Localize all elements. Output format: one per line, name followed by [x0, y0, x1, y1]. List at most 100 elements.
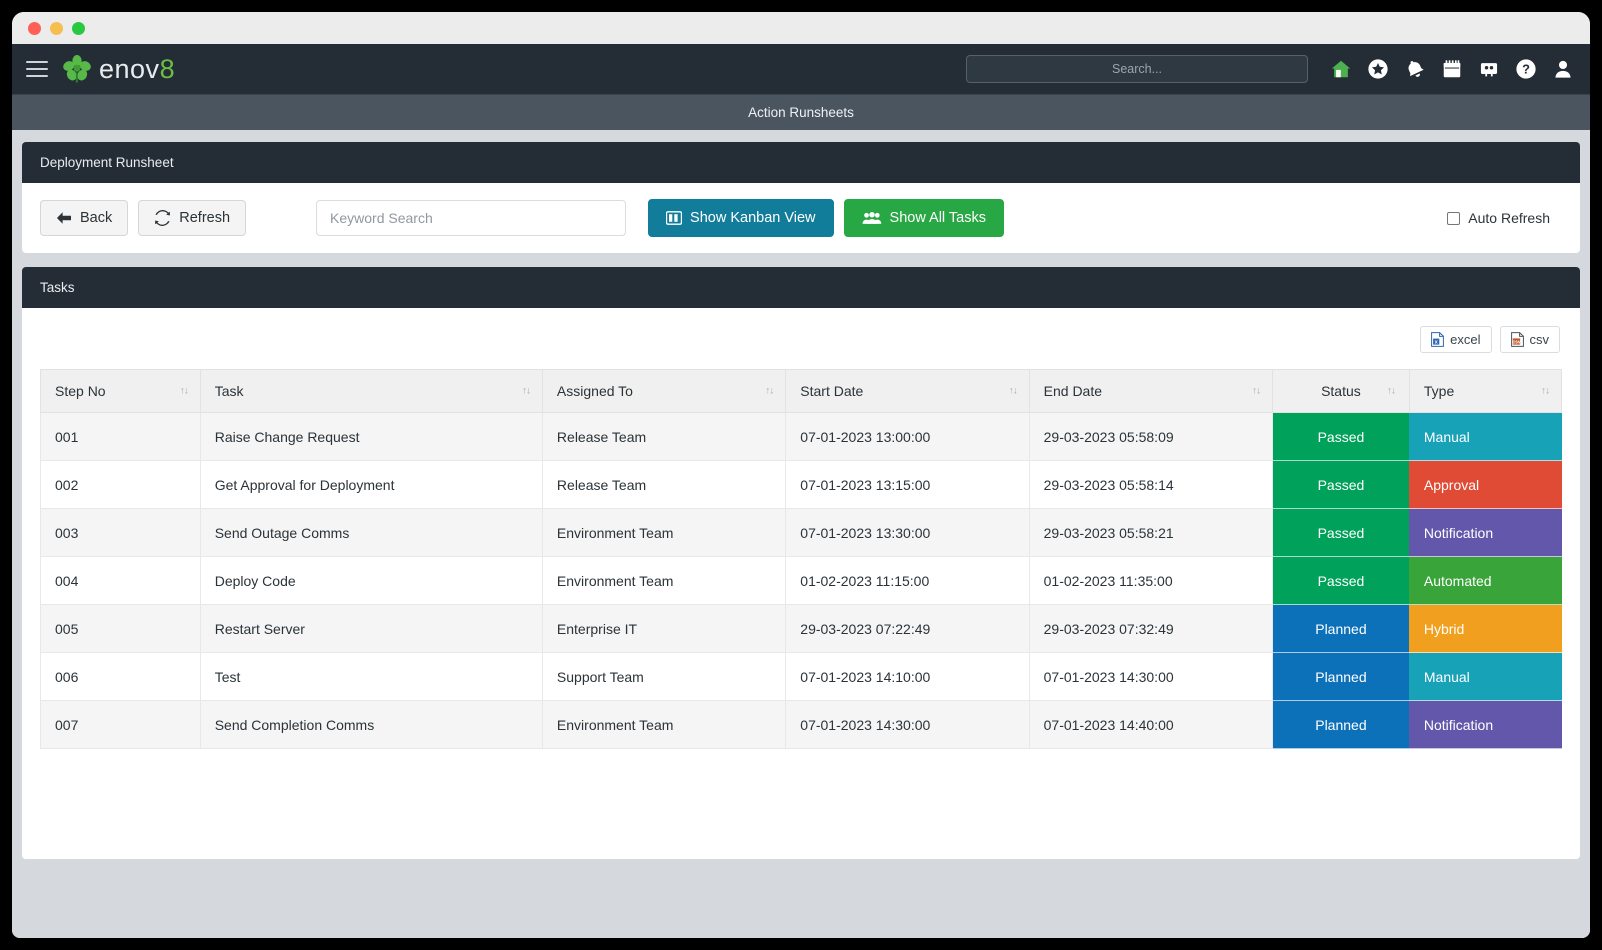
- tasks-table: Step No↑↓Task↑↓Assigned To↑↓Start Date↑↓…: [40, 369, 1562, 749]
- cell-end-date: 07-01-2023 14:40:00: [1029, 701, 1272, 749]
- table-row[interactable]: 001Raise Change RequestRelease Team07-01…: [41, 413, 1562, 461]
- column-header-start-date[interactable]: Start Date ↑↓: [786, 370, 1029, 413]
- refresh-button[interactable]: Refresh: [138, 200, 246, 236]
- status-badge: Planned: [1273, 701, 1410, 749]
- column-header-label: Start Date: [800, 383, 863, 399]
- cell-assigned-to: Enterprise IT: [542, 605, 785, 653]
- sort-toggle-icon[interactable]: ↑↓: [522, 386, 530, 397]
- table-row[interactable]: 007Send Completion CommsEnvironment Team…: [41, 701, 1562, 749]
- auto-refresh-checkbox[interactable]: [1447, 212, 1460, 225]
- sort-toggle-icon[interactable]: ↑↓: [180, 386, 188, 397]
- status-badge: Passed: [1273, 509, 1410, 557]
- cell-start-date: 07-01-2023 14:10:00: [786, 653, 1029, 701]
- back-button-label: Back: [80, 210, 112, 226]
- calendar-icon[interactable]: [1441, 58, 1463, 80]
- show-kanban-view-button[interactable]: Show Kanban View: [648, 199, 834, 237]
- cell-start-date: 07-01-2023 13:15:00: [786, 461, 1029, 509]
- export-csv-label: csv: [1530, 332, 1550, 347]
- home-icon[interactable]: [1330, 58, 1352, 80]
- tasks-panel-title: Tasks: [22, 267, 1580, 308]
- cell-start-date: 29-03-2023 07:22:49: [786, 605, 1029, 653]
- robot-icon[interactable]: [1478, 58, 1500, 80]
- cell-task: Test: [200, 653, 542, 701]
- sort-toggle-icon[interactable]: ↑↓: [765, 386, 773, 397]
- status-badge: Passed: [1273, 557, 1410, 605]
- sort-toggle-icon[interactable]: ↑↓: [1541, 386, 1549, 397]
- cell-assigned-to: Environment Team: [542, 557, 785, 605]
- screenshot-root: enov8 Search...: [0, 0, 1602, 950]
- bell-icon[interactable]: [1404, 58, 1426, 80]
- type-badge: Notification: [1409, 509, 1561, 557]
- type-badge: Notification: [1409, 701, 1561, 749]
- refresh-button-label: Refresh: [179, 210, 230, 226]
- cell-step-no: 005: [41, 605, 201, 653]
- cell-task: Get Approval for Deployment: [200, 461, 542, 509]
- type-badge: Manual: [1409, 653, 1561, 701]
- table-row[interactable]: 002Get Approval for DeploymentRelease Te…: [41, 461, 1562, 509]
- cell-assigned-to: Release Team: [542, 461, 785, 509]
- global-search-input[interactable]: Search...: [966, 55, 1308, 83]
- cell-end-date: 29-03-2023 07:32:49: [1029, 605, 1272, 653]
- tasks-panel-body: x excel csv: [22, 308, 1580, 859]
- window-minimize-button[interactable]: [50, 22, 63, 35]
- csv-file-icon: csv: [1511, 332, 1524, 347]
- cell-start-date: 07-01-2023 13:00:00: [786, 413, 1029, 461]
- user-icon[interactable]: [1552, 58, 1574, 80]
- star-icon[interactable]: [1367, 58, 1389, 80]
- sort-toggle-icon[interactable]: ↑↓: [1009, 386, 1017, 397]
- runsheet-toolbar: Back Refresh Keyword Search: [22, 183, 1580, 253]
- hamburger-icon[interactable]: [26, 61, 48, 77]
- table-row[interactable]: 005Restart ServerEnterprise IT29-03-2023…: [41, 605, 1562, 653]
- cell-step-no: 003: [41, 509, 201, 557]
- keyword-search-input[interactable]: Keyword Search: [316, 200, 626, 236]
- enov8-flower-icon: [62, 54, 92, 84]
- column-header-type[interactable]: Type ↑↓: [1409, 370, 1561, 413]
- export-excel-label: excel: [1450, 332, 1480, 347]
- column-header-step-no[interactable]: Step No ↑↓: [41, 370, 201, 413]
- cell-step-no: 006: [41, 653, 201, 701]
- window-titlebar: [12, 12, 1590, 44]
- refresh-icon: [154, 210, 171, 226]
- type-badge: Manual: [1409, 413, 1561, 461]
- users-group-icon: [862, 211, 882, 225]
- auto-refresh-label: Auto Refresh: [1468, 210, 1550, 226]
- status-badge: Passed: [1273, 413, 1410, 461]
- page-title: Action Runsheets: [12, 94, 1590, 130]
- window-close-button[interactable]: [28, 22, 41, 35]
- show-all-tasks-button[interactable]: Show All Tasks: [844, 199, 1004, 237]
- application-viewport: enov8 Search...: [12, 44, 1590, 938]
- cell-start-date: 07-01-2023 14:30:00: [786, 701, 1029, 749]
- column-header-task[interactable]: Task ↑↓: [200, 370, 542, 413]
- cell-task: Deploy Code: [200, 557, 542, 605]
- cell-end-date: 29-03-2023 05:58:21: [1029, 509, 1272, 557]
- table-row[interactable]: 003Send Outage CommsEnvironment Team07-0…: [41, 509, 1562, 557]
- back-button[interactable]: Back: [40, 200, 128, 236]
- column-header-label: Step No: [55, 383, 106, 399]
- table-row[interactable]: 004Deploy CodeEnvironment Team01-02-2023…: [41, 557, 1562, 605]
- help-icon[interactable]: ?: [1515, 58, 1537, 80]
- show-kanban-view-label: Show Kanban View: [690, 210, 816, 226]
- column-header-end-date[interactable]: End Date ↑↓: [1029, 370, 1272, 413]
- column-header-label: Type: [1424, 383, 1454, 399]
- window-maximize-button[interactable]: [72, 22, 85, 35]
- deployment-runsheet-panel: Deployment Runsheet Back: [22, 142, 1580, 253]
- column-header-label: Task: [215, 383, 244, 399]
- column-header-assigned-to[interactable]: Assigned To↑↓: [542, 370, 785, 413]
- brand-logo-group[interactable]: enov8: [62, 54, 175, 84]
- tasks-table-container: Step No↑↓Task↑↓Assigned To↑↓Start Date↑↓…: [22, 361, 1580, 749]
- column-header-status[interactable]: Status↑↓: [1273, 370, 1410, 413]
- export-excel-button[interactable]: x excel: [1420, 326, 1491, 353]
- status-badge: Planned: [1273, 605, 1410, 653]
- cell-task: Raise Change Request: [200, 413, 542, 461]
- deployment-runsheet-body: Back Refresh Keyword Search: [22, 183, 1580, 253]
- cell-end-date: 07-01-2023 14:30:00: [1029, 653, 1272, 701]
- column-header-label: End Date: [1044, 383, 1102, 399]
- table-row[interactable]: 006TestSupport Team07-01-2023 14:10:0007…: [41, 653, 1562, 701]
- status-badge: Planned: [1273, 653, 1410, 701]
- table-empty-space: [22, 749, 1580, 859]
- cell-start-date: 07-01-2023 13:30:00: [786, 509, 1029, 557]
- sort-toggle-icon[interactable]: ↑↓: [1387, 386, 1395, 397]
- sort-toggle-icon[interactable]: ↑↓: [1252, 386, 1260, 397]
- status-badge: Passed: [1273, 461, 1410, 509]
- export-csv-button[interactable]: csv csv: [1500, 326, 1561, 353]
